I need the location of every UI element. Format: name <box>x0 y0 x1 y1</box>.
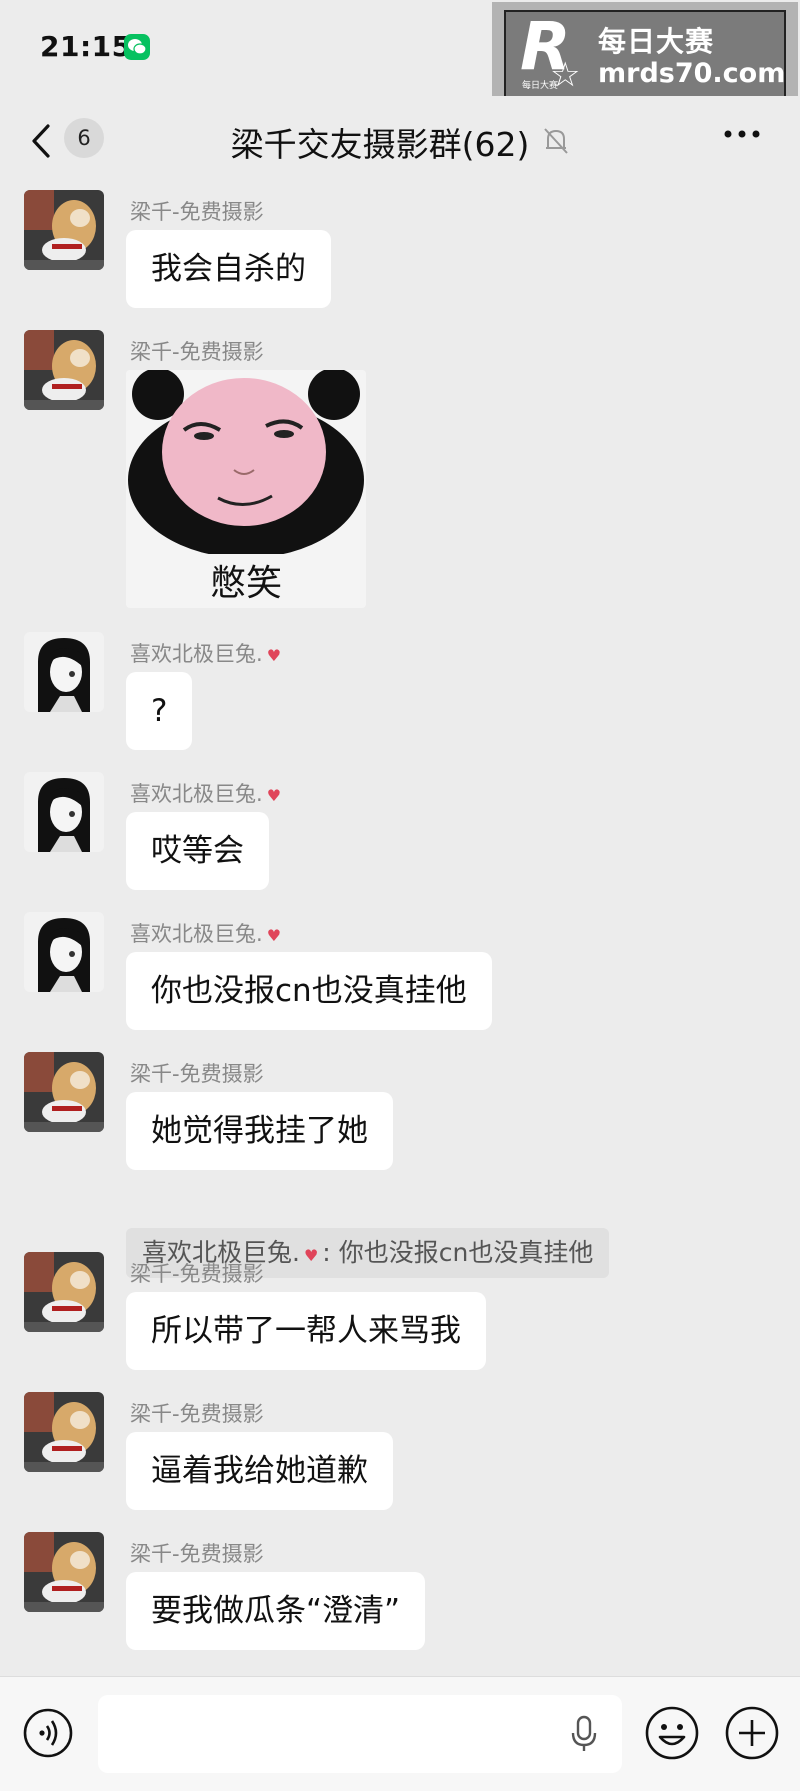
anime-girl-avatar[interactable] <box>24 632 104 712</box>
message-bubble[interactable]: 你也没报cn也没真挂他 <box>126 952 492 1030</box>
message-bubble[interactable]: 我会自杀的 <box>126 230 331 308</box>
sender-name-text: 喜欢北极巨兔. <box>130 922 263 946</box>
watermark-logo: R ☆ 每日大赛 <box>520 8 586 92</box>
dog-avatar[interactable] <box>24 330 104 410</box>
sender-name: 喜欢北极巨兔. ♥ <box>130 778 281 808</box>
sender-name: 梁千-免费摄影 <box>130 340 264 364</box>
page-title: 梁千交友摄影群(62) <box>230 125 530 164</box>
input-bar <box>0 1676 800 1791</box>
status-time: 21:15 <box>40 30 132 63</box>
more-dots-icon[interactable] <box>722 116 762 159</box>
sender-name: 梁千-免费摄影 <box>130 1402 264 1426</box>
anime-girl-avatar[interactable] <box>24 772 104 852</box>
sender-name: 梁千-免费摄影 <box>130 1542 264 1566</box>
dog-avatar[interactable] <box>24 1392 104 1472</box>
sticker-caption: 憋笑 <box>209 563 282 604</box>
sender-name: 梁千-免费摄影 <box>130 1062 264 1086</box>
voice-icon[interactable] <box>22 1707 73 1758</box>
chevron-left-icon[interactable] <box>26 116 66 166</box>
sender-name: 喜欢北极巨兔. ♥ <box>130 918 281 948</box>
mic-icon[interactable] <box>570 1715 598 1757</box>
nav-bar: 6 梁千交友摄影群(62) <box>0 96 800 186</box>
watermark-logo-small: 每日大赛 <box>522 81 559 91</box>
message-list[interactable]: 梁千-免费摄影 我会自杀的 梁千-免费摄影 憋笑 喜欢北极巨兔. ♥ ? 喜欢北… <box>0 186 800 1676</box>
dog-avatar[interactable] <box>24 1532 104 1612</box>
sticker-image[interactable]: 憋笑 <box>126 370 366 608</box>
wechat-icon <box>124 34 150 60</box>
dog-avatar[interactable] <box>24 1052 104 1132</box>
watermark-title: 每日大赛 <box>598 25 715 58</box>
heart-icon: ♥ <box>266 786 282 805</box>
message-bubble[interactable]: 要我做瓜条“澄清” <box>126 1572 426 1650</box>
dog-avatar[interactable] <box>24 1252 104 1332</box>
anime-girl-avatar[interactable] <box>24 912 104 992</box>
message-bubble[interactable]: ? <box>126 672 193 750</box>
dog-avatar[interactable] <box>24 190 104 270</box>
emoji-icon[interactable] <box>644 1705 700 1765</box>
watermark: R ☆ 每日大赛 每日大赛 mrds70.com <box>492 2 798 105</box>
message-bubble[interactable]: 哎等会 <box>126 812 269 890</box>
sender-name-text: 喜欢北极巨兔. <box>130 642 263 666</box>
sender-name: 梁千-免费摄影 <box>130 200 264 224</box>
heart-icon: ♥ <box>266 646 282 665</box>
sender-name: 梁千-免费摄影 <box>130 1262 264 1286</box>
quote-separator: : <box>322 1238 331 1267</box>
sender-name: 喜欢北极巨兔. ♥ <box>130 638 281 668</box>
watermark-url: mrds70.com <box>598 58 786 89</box>
watermark-frame: R ☆ 每日大赛 每日大赛 mrds70.com <box>504 8 786 98</box>
plus-icon[interactable] <box>724 1705 780 1765</box>
quote-text: 你也没报cn也没真挂他 <box>338 1238 594 1267</box>
message-bubble[interactable]: 所以带了一帮人来骂我 <box>126 1292 486 1370</box>
bell-off-icon <box>542 126 570 160</box>
message-bubble[interactable]: 逼着我给她道歉 <box>126 1432 393 1510</box>
message-bubble[interactable]: 她觉得我挂了她 <box>126 1092 393 1170</box>
message-input[interactable] <box>98 1695 622 1773</box>
unread-badge[interactable]: 6 <box>64 118 104 158</box>
sender-name-text: 喜欢北极巨兔. <box>130 782 263 806</box>
heart-icon: ♥ <box>266 926 282 945</box>
heart-icon: ♥ <box>303 1246 319 1265</box>
